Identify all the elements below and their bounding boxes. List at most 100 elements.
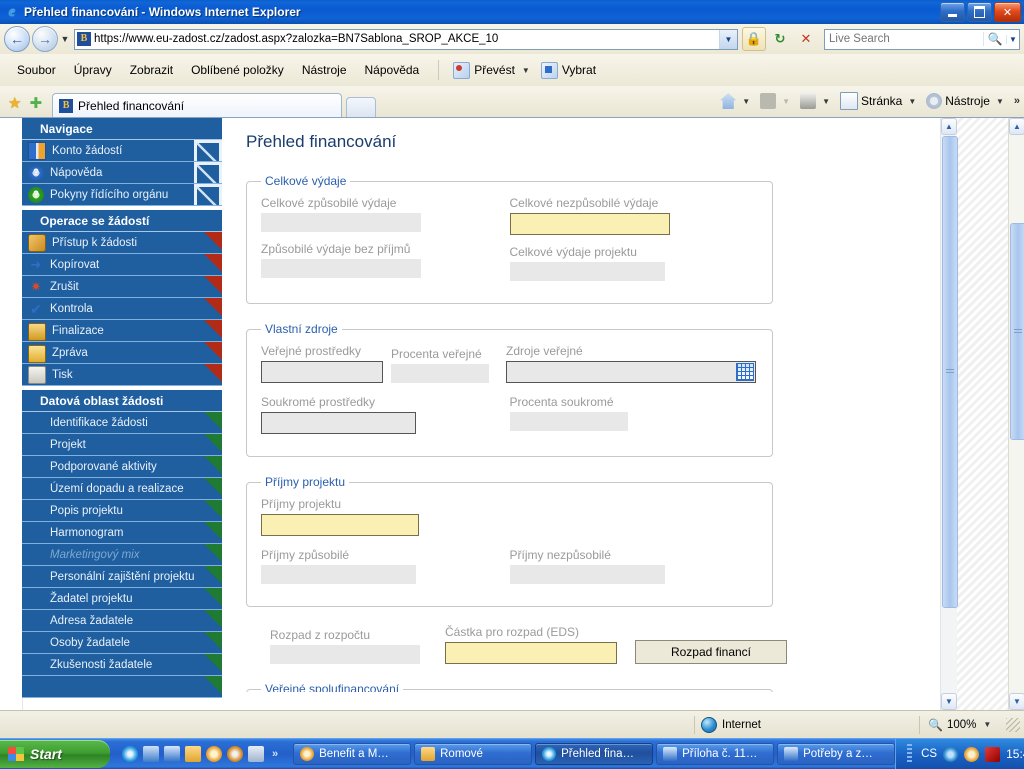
sidebar-item-zadatel-projektu[interactable]: Žadatel projektu <box>22 588 222 610</box>
tray-grip[interactable] <box>907 744 913 764</box>
search-box[interactable]: 🔍 ▼ <box>824 28 1020 50</box>
scroll-up-button[interactable]: ▲ <box>1009 118 1024 135</box>
page-menu-button[interactable]: Stránka ▼ <box>837 90 922 112</box>
sidebar-item-kopirovat[interactable]: ➜ Kopírovat <box>22 254 222 276</box>
tab-prehled-financovani[interactable]: B Přehled financování <box>52 93 343 118</box>
clock-icon[interactable] <box>206 746 222 762</box>
clock-icon[interactable] <box>964 746 980 762</box>
sidebar-item-harmonogram[interactable]: Harmonogram <box>22 522 222 544</box>
sidebar-item-uzemi-dopadu-a-realizace[interactable]: Území dopadu a realizace <box>22 478 222 500</box>
close-button[interactable]: ✕ <box>994 2 1021 22</box>
maximize-button[interactable] <box>967 2 992 22</box>
address-dropdown-icon[interactable]: ▼ <box>719 29 737 49</box>
outlook-icon[interactable] <box>164 746 180 762</box>
sidebar-item-osoby-zadatele[interactable]: Osoby žadatele <box>22 632 222 654</box>
search-input[interactable] <box>825 32 983 46</box>
menu-item-zobrazit[interactable]: Zobrazit <box>121 60 182 80</box>
sidebar-item-pristup-k-zadosti[interactable]: Přístup k žádosti <box>22 232 222 254</box>
chevron-down-icon[interactable]: ▼ <box>519 66 533 75</box>
scroll-up-button[interactable]: ▲ <box>941 118 957 135</box>
ie-icon[interactable] <box>122 746 138 762</box>
scroll-thumb[interactable] <box>1010 223 1024 440</box>
sidebar-item-kontrola[interactable]: ✔ Kontrola <box>22 298 222 320</box>
favorites-star-icon[interactable]: ★ <box>8 96 21 111</box>
new-tab-button[interactable] <box>346 97 377 118</box>
task-button-prehled-financovani[interactable]: Přehled fina… <box>535 743 654 765</box>
chevron-down-icon[interactable]: ▼ <box>819 97 833 106</box>
scroll-thumb[interactable] <box>942 136 958 608</box>
security-lock-icon[interactable]: 🔒 <box>742 27 766 51</box>
media-icon[interactable] <box>227 746 243 762</box>
sidebar-item-personalni-zajisteni-projektu[interactable]: Personální zajištění projektu <box>22 566 222 588</box>
tools-menu-button[interactable]: Nástroje ▼ <box>923 91 1010 111</box>
sidebar-item-zprava[interactable]: Zpráva <box>22 342 222 364</box>
folder-icon[interactable] <box>185 746 201 762</box>
overflow-chevron-icon[interactable]: » <box>1011 95 1020 107</box>
chevron-down-icon[interactable]: ▼ <box>980 720 994 729</box>
sidebar-item-finalizace[interactable]: Finalizace <box>22 320 222 342</box>
sidebar-item-identifikace-zadosti[interactable]: Identifikace žádosti <box>22 412 222 434</box>
celkove-nezpusobile-vydaje-input[interactable] <box>509 213 670 235</box>
menu-item-upravy[interactable]: Úpravy <box>65 60 121 80</box>
task-button-priloha[interactable]: Příloha č. 11… <box>656 743 775 765</box>
castka-pro-rozpad-input[interactable] <box>445 642 617 664</box>
convert-button[interactable]: Převést ▼ <box>449 60 537 81</box>
sidebar-item-podporovane-aktivity[interactable]: Podporované aktivity <box>22 456 222 478</box>
chevron-down-icon[interactable]: ▼ <box>739 97 753 106</box>
add-favorite-icon[interactable]: ✚ <box>29 96 42 111</box>
refresh-button[interactable]: ↻ <box>768 27 792 51</box>
sidebar-item-tisk[interactable]: Tisk <box>22 364 222 386</box>
kaspersky-icon[interactable] <box>985 746 1001 762</box>
sidebar-item-projekt[interactable]: Projekt <box>22 434 222 456</box>
select-button[interactable]: Vybrat <box>537 60 600 81</box>
address-bar[interactable]: B https://www.eu-zadost.cz/zadost.aspx?z… <box>74 28 738 50</box>
sidebar-item-partial[interactable] <box>22 676 222 698</box>
print-button[interactable]: ▼ <box>797 91 836 111</box>
menu-item-napoveda[interactable]: Nápověda <box>356 60 429 80</box>
verejne-prostredky-input[interactable] <box>261 361 383 383</box>
language-indicator[interactable]: CS <box>921 748 937 760</box>
sidebar-item-zrusit[interactable]: ✷ Zrušit <box>22 276 222 298</box>
system-clock[interactable]: 15:41 <box>1006 747 1024 761</box>
chevron-down-icon[interactable]: ▼ <box>905 97 919 106</box>
minimize-button[interactable] <box>940 2 965 22</box>
chevron-down-icon[interactable]: ▼ <box>779 97 793 106</box>
scroll-down-button[interactable]: ▼ <box>941 693 957 710</box>
rozpad-financi-button[interactable]: Rozpad financí <box>635 640 787 664</box>
search-icon[interactable]: 🔍 <box>983 32 1006 46</box>
page-vertical-scrollbar[interactable]: ▲ ▼ <box>940 118 958 710</box>
prijmy-projektu-input[interactable] <box>261 514 419 536</box>
resize-grip[interactable] <box>1006 717 1020 732</box>
zoom-control[interactable]: 🔍 100% ▼ <box>919 715 1022 734</box>
notes-icon[interactable] <box>248 746 264 762</box>
task-button-benefit[interactable]: Benefit a M… <box>293 743 412 765</box>
start-button[interactable]: Start <box>0 740 110 768</box>
sidebar-item-popis-projektu[interactable]: Popis projektu <box>22 500 222 522</box>
sidebar-item-adresa-zadatele[interactable]: Adresa žadatele <box>22 610 222 632</box>
back-arrow-icon[interactable] <box>943 746 959 762</box>
home-button[interactable]: ▼ <box>717 91 756 111</box>
forward-button[interactable]: → <box>32 26 58 52</box>
menu-item-nastroje[interactable]: Nástroje <box>293 60 356 80</box>
menu-item-oblibene-polozky[interactable]: Oblíbené položky <box>182 60 293 80</box>
desktop-icon[interactable] <box>143 746 159 762</box>
stop-button[interactable]: ✕ <box>794 27 818 51</box>
sidebar-item-napoveda[interactable]: ? Nápověda <box>22 162 222 184</box>
table-lookup-icon[interactable] <box>736 363 754 381</box>
task-button-romove[interactable]: Romové <box>414 743 533 765</box>
security-zone[interactable]: Internet <box>694 715 919 734</box>
soukrome-prostredky-input[interactable] <box>261 412 416 434</box>
back-button[interactable]: ← <box>4 26 30 52</box>
task-button-potreby[interactable]: Potřeby a z… <box>777 743 896 765</box>
history-dropdown-icon[interactable]: ▼ <box>58 34 72 44</box>
search-provider-dropdown-icon[interactable]: ▼ <box>1006 34 1019 44</box>
scroll-down-button[interactable]: ▼ <box>1009 693 1024 710</box>
sidebar-item-zkusenosti-zadatele[interactable]: Zkušenosti žadatele <box>22 654 222 676</box>
quick-launch-overflow-icon[interactable]: » <box>269 748 278 760</box>
sidebar-item-pokyny-ridiciho-organu[interactable]: ? Pokyny řídícího orgánu <box>22 184 222 206</box>
zdroje-verejne-lookup[interactable] <box>506 361 756 383</box>
feeds-button[interactable]: ▼ <box>757 91 796 111</box>
browser-vertical-scrollbar[interactable]: ▲ ▼ <box>1008 118 1024 710</box>
chevron-down-icon[interactable]: ▼ <box>993 97 1007 106</box>
sidebar-item-konto-zadosti[interactable]: Konto žádostí <box>22 140 222 162</box>
